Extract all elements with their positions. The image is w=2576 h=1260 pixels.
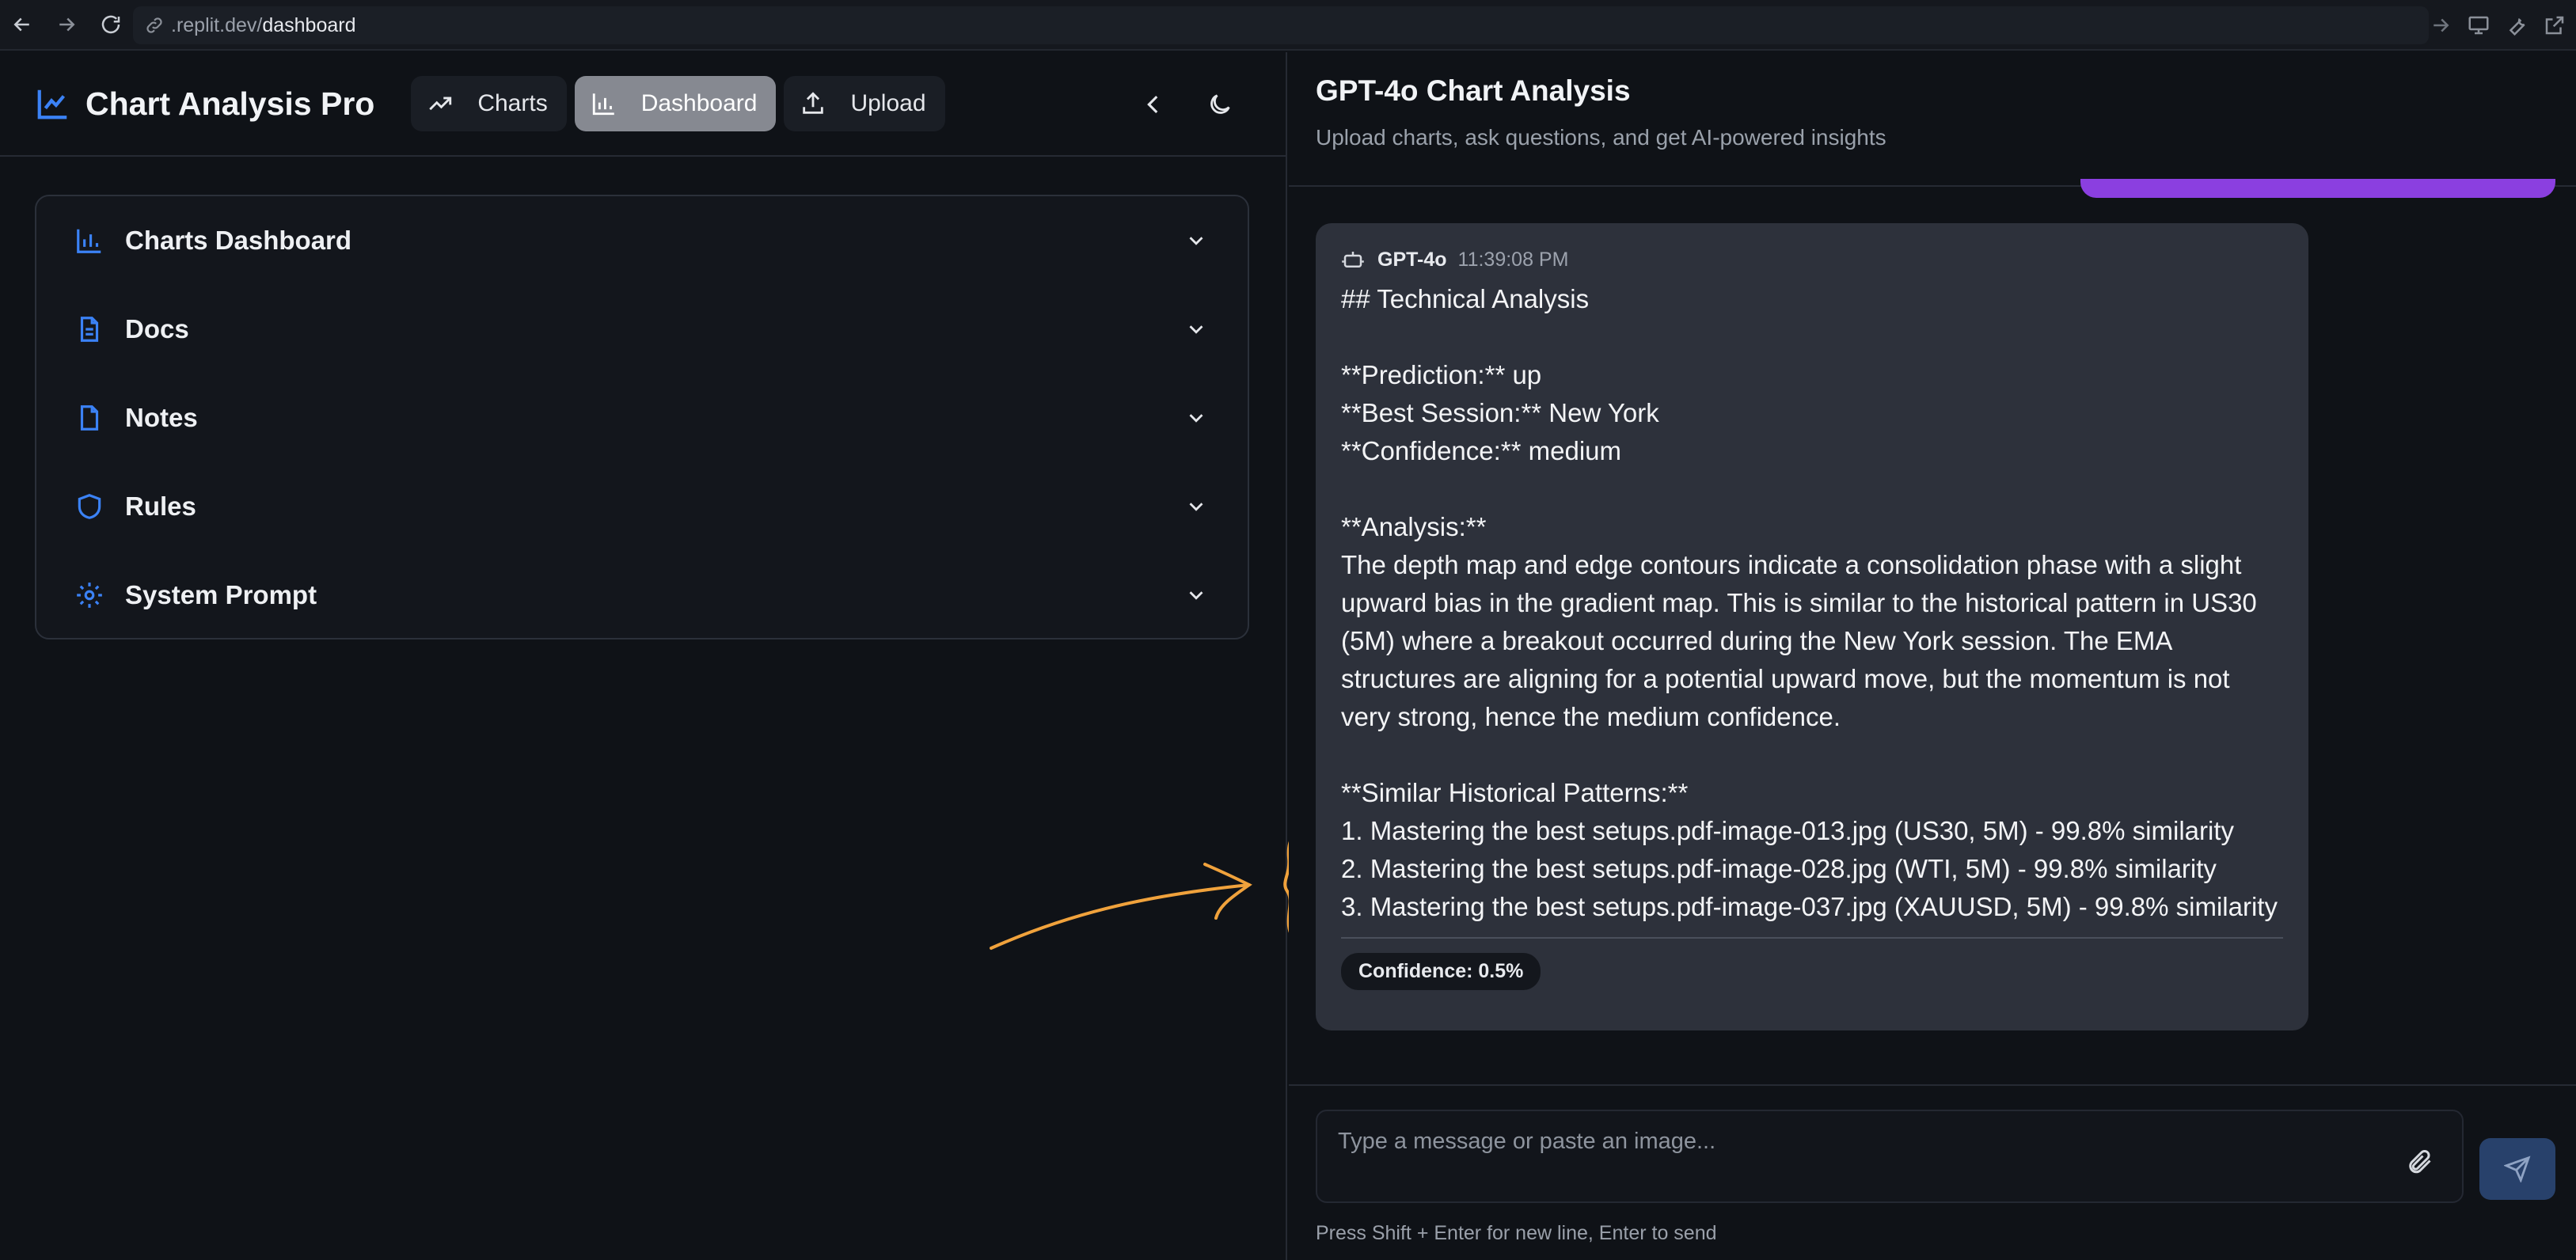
- chat-title: GPT-4o Chart Analysis: [1316, 74, 1631, 107]
- confidence-badge: Confidence: 0.5%: [1341, 953, 1541, 990]
- chevron-down-icon[interactable]: [1184, 317, 1208, 341]
- nav-charts-label: Charts: [477, 90, 548, 116]
- nav-upload-label: Upload: [850, 90, 926, 116]
- section-label: Rules: [125, 491, 196, 521]
- bot-icon: [1342, 252, 1364, 268]
- moon-icon[interactable]: [1206, 91, 1233, 118]
- upload-icon: [803, 92, 824, 114]
- section-docs[interactable]: Docs: [36, 285, 1248, 374]
- arrow-right-icon[interactable]: [2429, 13, 2453, 37]
- trending-up-icon: [429, 97, 452, 111]
- app-title: Chart Analysis Pro: [85, 85, 375, 122]
- url-domain: .replit.dev/: [171, 13, 263, 36]
- bar-chart-icon: [77, 229, 101, 253]
- nav-charts-button[interactable]: Charts: [411, 76, 567, 131]
- annotation-arrow: [990, 828, 1316, 950]
- composer-area: Type a message or paste an image... Pres…: [1289, 1084, 2576, 1260]
- message-timestamp: 11:39:08 PM: [1457, 248, 1569, 271]
- section-rules[interactable]: Rules: [36, 462, 1248, 551]
- input-hint: Press Shift + Enter for new line, Enter …: [1316, 1222, 1717, 1244]
- section-system-prompt[interactable]: System Prompt: [36, 551, 1248, 639]
- section-notes[interactable]: Notes: [36, 374, 1248, 462]
- send-button[interactable]: [2479, 1138, 2555, 1200]
- message-divider: [1341, 937, 2283, 939]
- chevron-down-icon[interactable]: [1184, 229, 1208, 252]
- message-sender: GPT-4o: [1377, 248, 1447, 271]
- section-label: System Prompt: [125, 580, 317, 609]
- section-label: Charts Dashboard: [125, 226, 352, 255]
- bar-chart-icon: [592, 93, 614, 116]
- section-label: Docs: [125, 314, 189, 343]
- nav-dashboard-label: Dashboard: [640, 90, 758, 116]
- section-label: Notes: [125, 403, 198, 432]
- reload-icon[interactable]: [89, 2, 133, 47]
- browser-toolbar: .replit.dev/dashboard: [0, 0, 2576, 51]
- message-input[interactable]: Type a message or paste an image...: [1316, 1110, 2464, 1203]
- user-message-bubble: [2080, 179, 2555, 198]
- monitor-icon[interactable]: [2467, 13, 2491, 37]
- file-icon: [80, 405, 99, 431]
- app-header: Chart Analysis Pro Charts Dashboard Uplo…: [0, 52, 1286, 157]
- address-bar[interactable]: .replit.dev/dashboard: [133, 6, 2429, 44]
- line-chart-icon: [37, 89, 67, 120]
- url-path: dashboard: [262, 13, 356, 36]
- wrench-icon[interactable]: [2505, 13, 2529, 37]
- send-icon: [2504, 1156, 2531, 1182]
- chevron-down-icon[interactable]: [1184, 583, 1208, 607]
- section-charts-dashboard[interactable]: Charts Dashboard: [36, 196, 1248, 285]
- chevron-down-icon[interactable]: [1184, 495, 1208, 518]
- left-panel: Chart Analysis Pro Charts Dashboard Uplo…: [0, 52, 1287, 1260]
- chat-subtitle: Upload charts, ask questions, and get AI…: [1316, 125, 1886, 150]
- chat-panel: GPT-4o Chart Analysis Upload charts, ask…: [1289, 52, 2576, 1260]
- document-icon: [80, 317, 99, 342]
- external-link-icon[interactable]: [2543, 13, 2567, 37]
- message-body: ## Technical Analysis **Prediction:** up…: [1341, 284, 2278, 921]
- chat-header: GPT-4o Chart Analysis Upload charts, ask…: [1289, 52, 2576, 187]
- chevron-down-icon[interactable]: [1184, 406, 1208, 430]
- link-icon: [146, 17, 162, 33]
- sections-accordion: Charts Dashboard Docs Notes Rules System: [35, 195, 1249, 639]
- assistant-message: GPT-4o 11:39:08 PM ## Technical Analysis…: [1316, 223, 2308, 1030]
- back-icon[interactable]: [0, 2, 44, 47]
- gear-icon: [77, 583, 102, 608]
- chevron-left-icon[interactable]: [1140, 91, 1167, 118]
- shield-icon: [78, 494, 101, 519]
- forward-icon[interactable]: [44, 2, 89, 47]
- nav-upload-button[interactable]: Upload: [784, 76, 945, 131]
- nav-dashboard-button[interactable]: Dashboard: [574, 76, 777, 131]
- input-placeholder: Type a message or paste an image...: [1338, 1129, 1716, 1154]
- paperclip-icon[interactable]: [2405, 1148, 2434, 1176]
